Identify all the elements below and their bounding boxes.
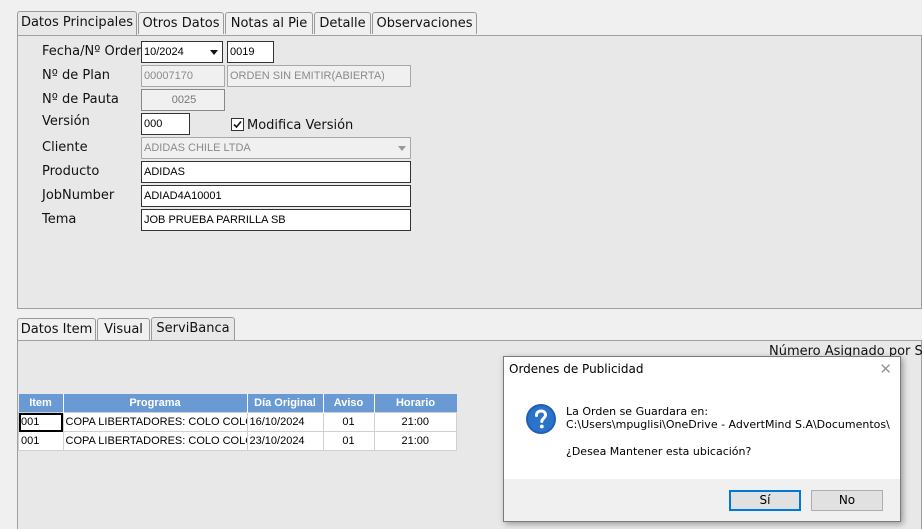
tema-value: JOB PRUEBA PARRILLA SB xyxy=(144,214,286,226)
tab-label: Datos Principales xyxy=(20,15,134,30)
dialog-message-line1: La Orden se Guardara en: xyxy=(566,405,709,418)
version-input[interactable]: 000 xyxy=(141,113,190,135)
tab-label: ServiBanca xyxy=(156,321,230,336)
dialog-message-line2: C:\Users\mpuglisi\OneDrive - AdvertMind … xyxy=(566,418,890,431)
col-header-item[interactable]: Item xyxy=(18,394,64,413)
table-row[interactable]: 001 COPA LIBERTADORES: COLO COLO V 23/10… xyxy=(18,431,457,451)
cell-aviso[interactable]: 01 xyxy=(322,412,375,432)
items-grid: Item Programa Día Original Aviso Horario… xyxy=(18,394,457,451)
tab-label: Datos Item xyxy=(20,322,93,337)
col-header-horario[interactable]: Horario xyxy=(374,394,457,413)
top-tab-strip: Datos Principales Otros Datos Notas al P… xyxy=(17,11,922,36)
pauta-input[interactable]: 0025 xyxy=(141,89,225,111)
cell-programa[interactable]: COPA LIBERTADORES: COLO COLO V xyxy=(62,412,248,432)
producto-label: Producto xyxy=(42,164,100,179)
cell-item[interactable]: 001 xyxy=(18,431,64,451)
cell-horario[interactable]: 21:00 xyxy=(373,431,457,451)
orden-value: 0019 xyxy=(230,46,255,58)
tab-label: Otros Datos xyxy=(142,16,220,31)
cliente-combo: ADIDAS CHILE LTDA xyxy=(141,137,411,159)
fecha-combo[interactable]: 10/2024 xyxy=(141,41,223,63)
tab-visual[interactable]: Visual xyxy=(97,318,150,340)
cell-item[interactable]: 001 xyxy=(18,412,64,432)
tab-label: Observaciones xyxy=(376,16,473,31)
producto-input[interactable]: ADIDAS xyxy=(141,161,411,183)
version-label: Versión xyxy=(42,114,90,129)
tab-label: Visual xyxy=(104,322,143,337)
tab-label: Detalle xyxy=(319,16,366,31)
cliente-value: ADIDAS CHILE LTDA xyxy=(144,142,251,154)
cell-aviso[interactable]: 01 xyxy=(322,431,375,451)
jobnumber-input[interactable]: ADIAD4A10001 xyxy=(141,185,411,207)
no-button[interactable]: No xyxy=(811,490,883,511)
plan-label: Nº de Plan xyxy=(42,68,111,83)
grid-header-row: Item Programa Día Original Aviso Horario xyxy=(18,394,457,413)
tab-label: Notas al Pie xyxy=(230,16,308,31)
orden-input[interactable]: 0019 xyxy=(227,41,274,63)
version-value: 000 xyxy=(144,118,163,130)
chevron-down-icon xyxy=(398,146,406,151)
tema-label: Tema xyxy=(42,212,77,227)
yes-button[interactable]: Sí xyxy=(729,490,801,511)
cell-dia-original[interactable]: 23/10/2024 xyxy=(246,431,324,451)
dialog-footer: Sí No xyxy=(504,479,900,521)
tab-servibanca[interactable]: ServiBanca xyxy=(151,317,235,341)
tab-datos-principales[interactable]: Datos Principales xyxy=(17,11,137,36)
modifica-version-checkbox[interactable] xyxy=(231,118,244,131)
cell-dia-original[interactable]: 16/10/2024 xyxy=(246,412,324,432)
modifica-version-label: Modifica Versión xyxy=(247,118,354,133)
tab-datos-item[interactable]: Datos Item xyxy=(17,318,96,340)
pauta-value: 0025 xyxy=(171,94,197,106)
producto-value: ADIDAS xyxy=(144,166,185,178)
tab-otros-datos[interactable]: Otros Datos xyxy=(138,12,224,34)
cell-horario[interactable]: 21:00 xyxy=(373,412,457,432)
tab-notas-al-pie[interactable]: Notas al Pie xyxy=(225,12,313,34)
col-header-dia-original[interactable]: Día Original xyxy=(247,394,324,413)
main-data-panel: Fecha/Nº Orden 10/2024 0019 Nº de Plan 0… xyxy=(17,35,922,309)
tab-detalle[interactable]: Detalle xyxy=(314,12,371,34)
close-icon[interactable]: ✕ xyxy=(879,360,892,378)
tema-input[interactable]: JOB PRUEBA PARRILLA SB xyxy=(141,209,411,231)
col-header-programa[interactable]: Programa xyxy=(63,394,248,413)
jobnumber-value: ADIAD4A10001 xyxy=(144,190,222,202)
cliente-label: Cliente xyxy=(42,140,88,155)
cell-programa[interactable]: COPA LIBERTADORES: COLO COLO V xyxy=(62,431,248,451)
dialog-title: Ordenes de Publicidad xyxy=(509,362,644,376)
question-icon xyxy=(526,404,556,434)
checkmark-icon xyxy=(233,120,242,129)
dialog-message-line3: ¿Desea Mantener esta ubicación? xyxy=(566,445,752,458)
tab-observaciones[interactable]: Observaciones xyxy=(372,12,477,34)
table-row[interactable]: 001 COPA LIBERTADORES: COLO COLO V 16/10… xyxy=(18,412,457,432)
plan-input: 00007170 xyxy=(141,65,225,87)
plan-value: 00007170 xyxy=(144,70,193,82)
jobnumber-label: JobNumber xyxy=(42,188,115,203)
plan-status-field: ORDEN SIN EMITIR(ABIERTA) xyxy=(227,65,411,87)
col-header-aviso[interactable]: Aviso xyxy=(323,394,375,413)
fecha-label: Fecha/Nº Orden xyxy=(42,44,145,59)
chevron-down-icon xyxy=(210,50,218,55)
pauta-label: Nº de Pauta xyxy=(42,92,119,107)
confirm-dialog: Ordenes de Publicidad ✕ La Orden se Guar… xyxy=(503,356,901,522)
fecha-value: 10/2024 xyxy=(144,46,184,58)
plan-status-value: ORDEN SIN EMITIR(ABIERTA) xyxy=(230,70,385,82)
